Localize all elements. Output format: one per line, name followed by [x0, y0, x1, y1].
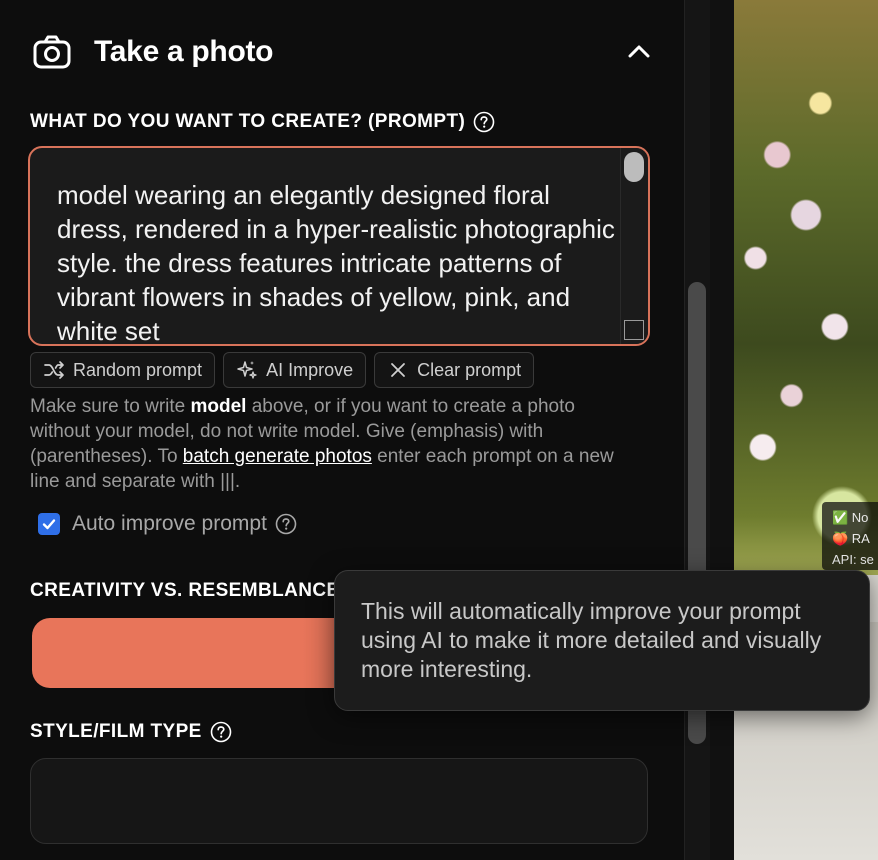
style-label-text: STYLE/FILM TYPE [30, 721, 202, 742]
prompt-actions: Random prompt AI Improve Clear prompt [30, 352, 535, 388]
section-header[interactable]: Take a photo [32, 30, 652, 74]
creativity-label: CREATIVITY VS. RESEMBLANCE [30, 580, 340, 602]
clear-prompt-label: Clear prompt [417, 359, 522, 380]
shuffle-icon [44, 361, 64, 379]
sparkle-icon [237, 361, 257, 379]
random-prompt-button[interactable]: Random prompt [30, 352, 216, 388]
auto-improve-label[interactable]: Auto improve prompt [72, 512, 267, 536]
status-line-1: ✅ No [832, 510, 869, 525]
style-film-input[interactable] [30, 758, 648, 844]
settings-panel: Take a photo WHAT DO YOU WANT TO CREATE?… [0, 0, 688, 860]
style-label: STYLE/FILM TYPE [30, 721, 232, 743]
checkmark-icon [42, 519, 56, 530]
textarea-scrollbar[interactable] [620, 148, 648, 344]
help-icon[interactable] [275, 513, 297, 535]
textarea-scroll-thumb[interactable] [624, 152, 644, 182]
model-keyword: model [190, 396, 247, 417]
status-line-3: API: se [832, 552, 874, 567]
section-title: Take a photo [94, 35, 274, 68]
status-overlay: ✅ No 🍑 RA API: se [822, 502, 878, 570]
help-icon[interactable] [210, 721, 232, 743]
chevron-up-icon[interactable] [626, 38, 652, 64]
creativity-label-text: CREATIVITY VS. RESEMBLANCE [30, 580, 340, 601]
prompt-label-text: WHAT DO YOU WANT TO CREATE? (PROMPT) [30, 111, 466, 132]
ai-improve-label: AI Improve [266, 359, 354, 380]
auto-improve-tooltip: This will automatically improve your pro… [334, 570, 870, 711]
status-line-2: 🍑 RA [832, 531, 870, 546]
prompt-textarea[interactable]: model wearing an elegantly designed flor… [28, 146, 650, 346]
ai-improve-button[interactable]: AI Improve [223, 352, 367, 388]
auto-improve-row: Auto improve prompt [38, 512, 297, 536]
help-icon[interactable] [473, 111, 495, 133]
generated-photo-preview[interactable] [734, 0, 878, 860]
camera-icon [33, 35, 71, 69]
auto-improve-checkbox[interactable] [38, 513, 60, 535]
textarea-resize-handle[interactable] [624, 320, 644, 340]
clear-prompt-button[interactable]: Clear prompt [374, 352, 535, 388]
prompt-text[interactable]: model wearing an elegantly designed flor… [57, 178, 627, 344]
random-prompt-label: Random prompt [73, 359, 203, 380]
close-icon [391, 363, 405, 377]
prompt-help-text: Make sure to write model above, or if yo… [30, 396, 614, 492]
batch-generate-link[interactable]: batch generate photos [183, 446, 372, 467]
prompt-label: WHAT DO YOU WANT TO CREATE? (PROMPT) [30, 111, 495, 133]
divider [710, 0, 734, 860]
